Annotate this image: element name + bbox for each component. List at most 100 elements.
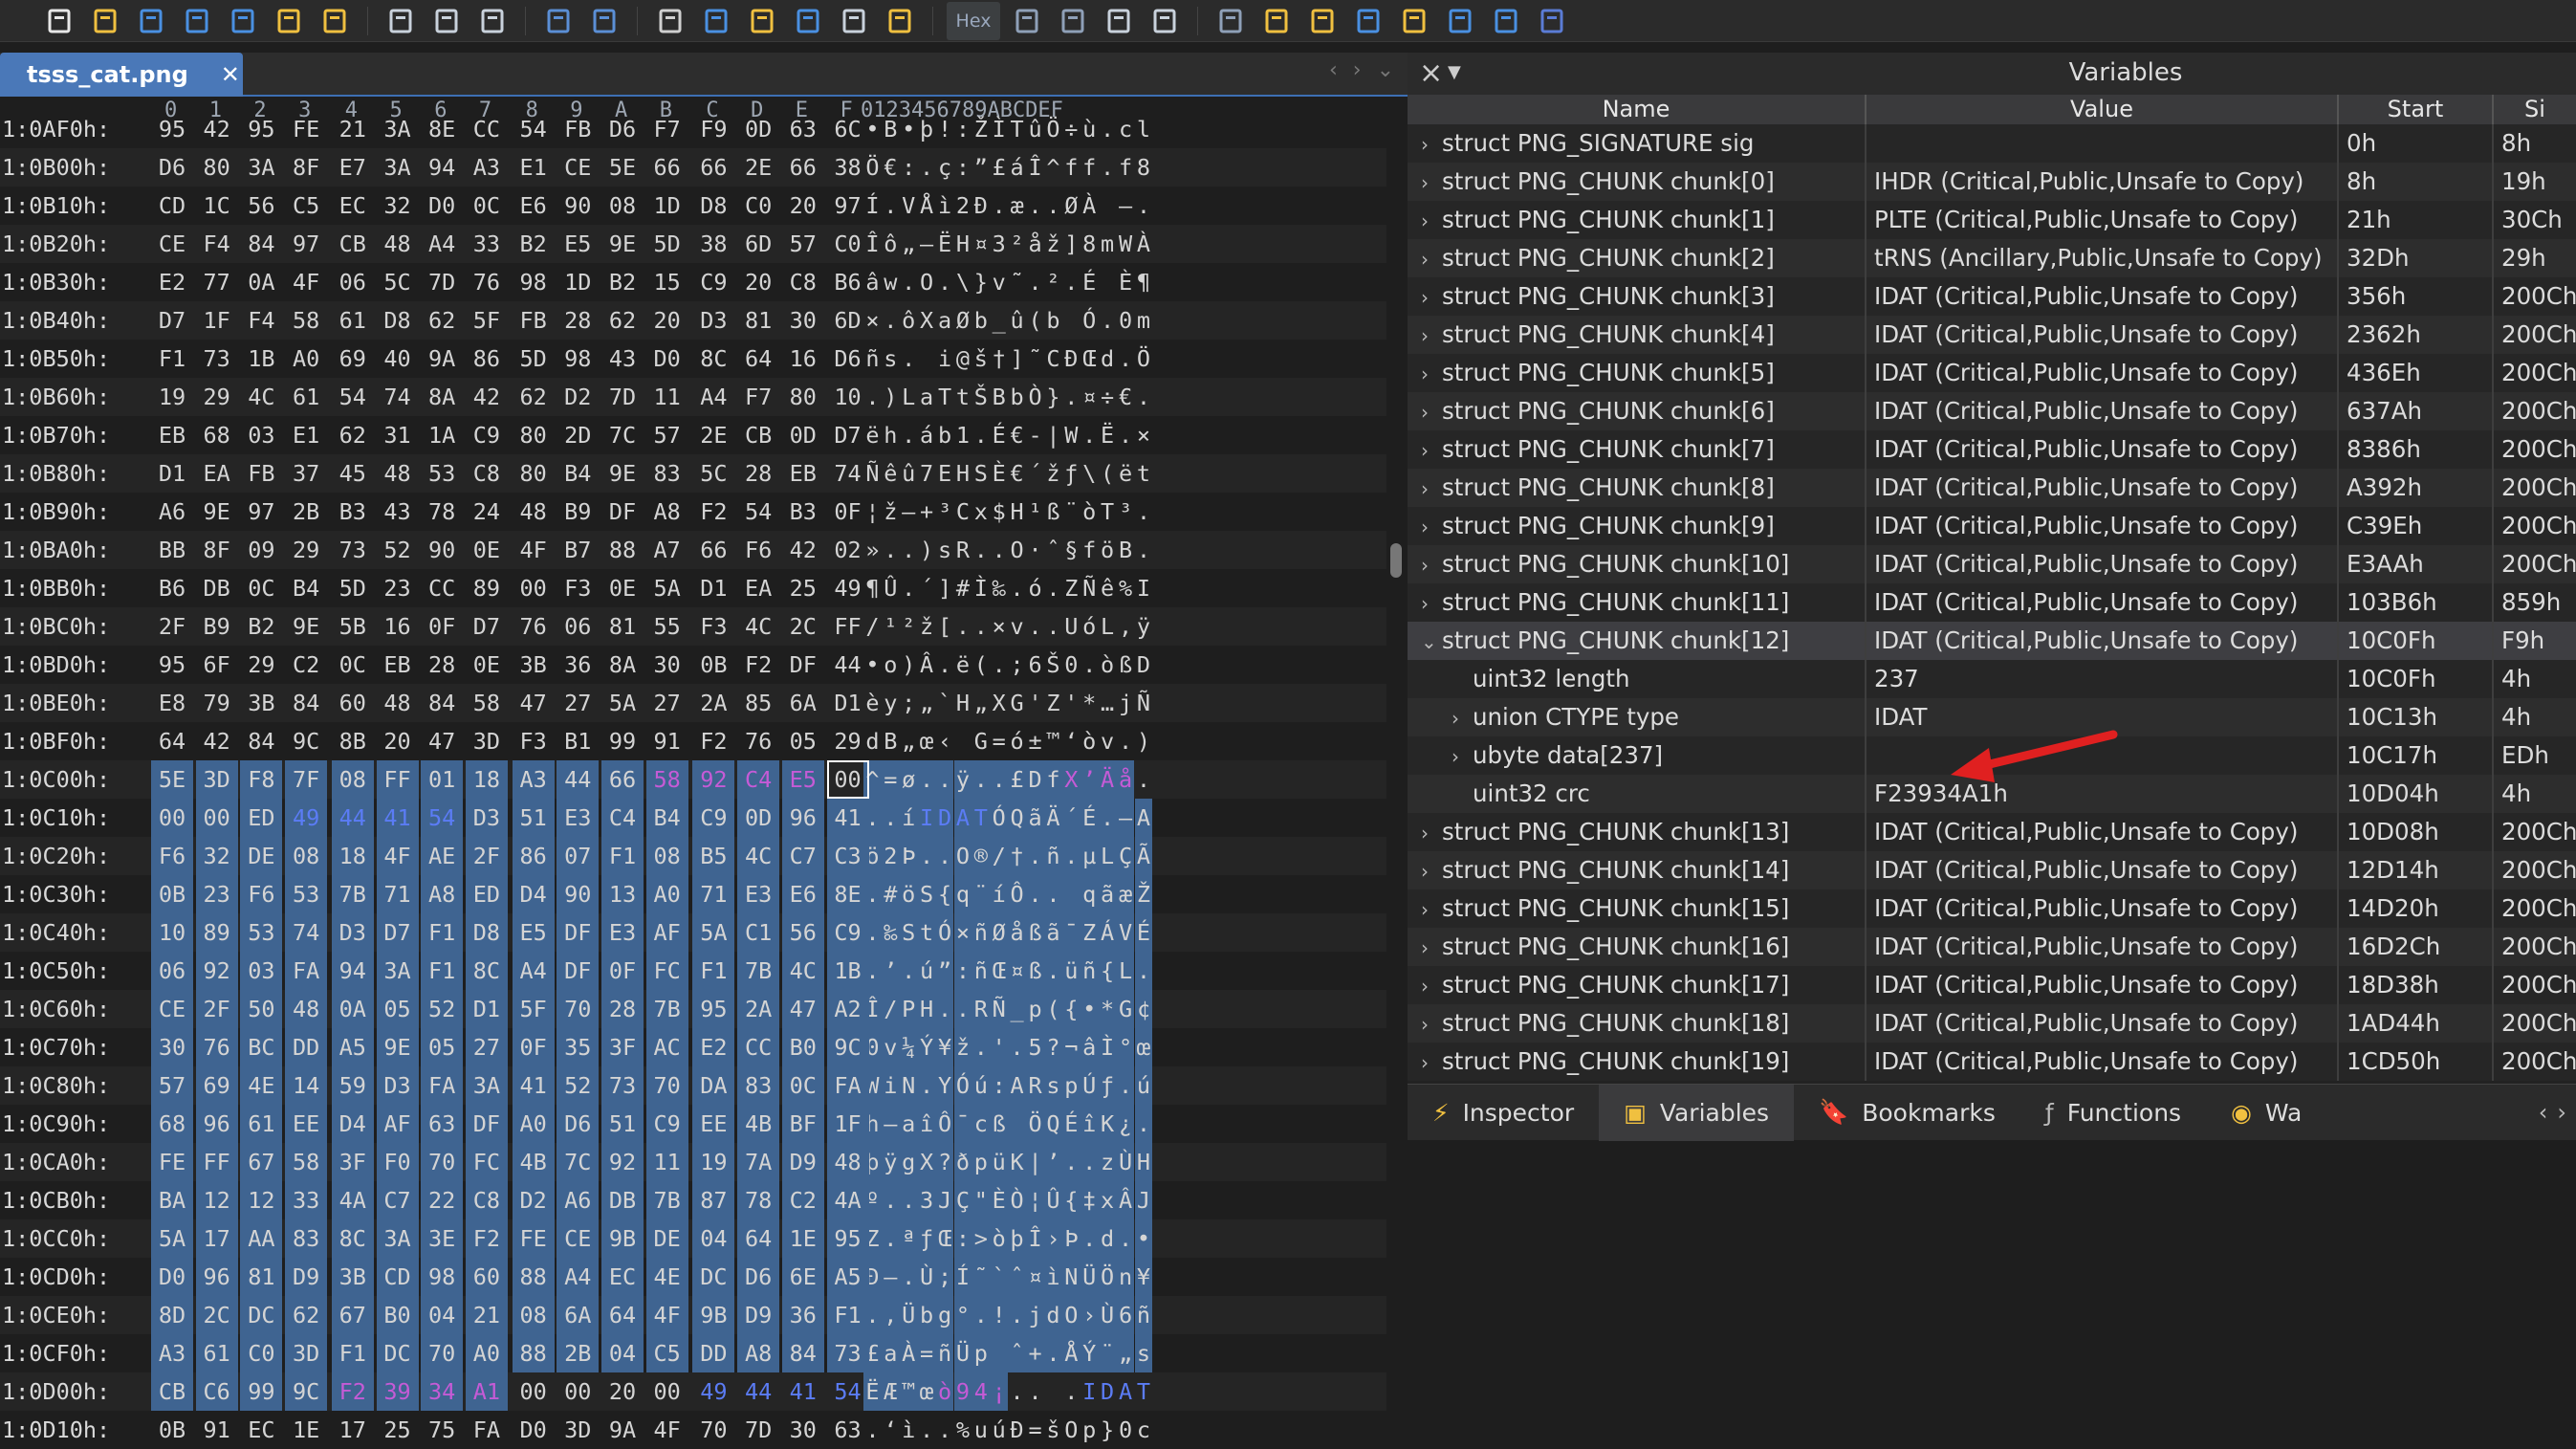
variable-row[interactable]: › union CTYPE type IDAT 10C13h 4h bbox=[1408, 698, 2576, 736]
ascii-char[interactable]: œ bbox=[1134, 1028, 1153, 1066]
hex-byte[interactable]: BC bbox=[240, 1028, 283, 1066]
hex-byte[interactable]: 3A bbox=[376, 1219, 419, 1258]
hex-byte[interactable]: 9E bbox=[376, 1028, 419, 1066]
hex-byte[interactable]: 9C bbox=[285, 722, 327, 760]
hex-byte[interactable]: 70 bbox=[557, 990, 600, 1028]
hex-byte[interactable]: DB bbox=[196, 569, 238, 607]
hex-byte[interactable]: C4 bbox=[601, 799, 644, 837]
ascii-char[interactable]: { bbox=[1098, 952, 1117, 990]
ascii-char[interactable]: [ bbox=[936, 607, 954, 646]
chevron-left-icon[interactable]: ‹ bbox=[2539, 1099, 2548, 1126]
hex-byte[interactable]: 84 bbox=[781, 1334, 824, 1372]
bottom-tab-variables[interactable]: ▣ Variables bbox=[1599, 1084, 1795, 1141]
ascii-char[interactable]: Ô bbox=[935, 1105, 954, 1143]
ascii-char[interactable]: c bbox=[1117, 110, 1135, 148]
hex-byte[interactable]: 66 bbox=[782, 148, 824, 187]
hex-byte[interactable]: 94 bbox=[421, 148, 463, 187]
hex-byte[interactable]: 84 bbox=[240, 225, 282, 263]
hex-byte[interactable]: 5D bbox=[332, 569, 374, 607]
ascii-char[interactable]: É bbox=[1134, 913, 1153, 952]
ascii-char[interactable]: 6 bbox=[1026, 646, 1044, 684]
hex-byte[interactable]: 0B bbox=[692, 646, 734, 684]
hex-byte[interactable]: D6 bbox=[151, 148, 193, 187]
ascii-char[interactable]: L bbox=[900, 378, 918, 416]
hex-byte[interactable]: 48 bbox=[513, 493, 555, 531]
hex-byte[interactable]: 06 bbox=[557, 607, 599, 646]
hex-byte[interactable]: 1B bbox=[826, 952, 869, 990]
hex-byte[interactable]: 95 bbox=[826, 1219, 869, 1258]
ascii-char[interactable]: ¹ bbox=[882, 607, 900, 646]
ascii-char[interactable]: ÿ bbox=[881, 1143, 900, 1181]
hex-byte[interactable]: 53 bbox=[240, 913, 283, 952]
hex-byte[interactable]: F8 bbox=[240, 760, 283, 799]
hex-byte[interactable]: ED bbox=[465, 875, 508, 913]
hex-byte[interactable]: 92 bbox=[195, 952, 238, 990]
expand-chevron-icon[interactable]: › bbox=[1421, 1043, 1442, 1081]
hex-byte[interactable]: 75 bbox=[421, 1411, 463, 1449]
ascii-char[interactable]: ˆ bbox=[1008, 1334, 1027, 1372]
ascii-char[interactable]: î bbox=[1080, 1105, 1099, 1143]
ascii-char[interactable]: Û bbox=[882, 569, 900, 607]
ascii-char[interactable]: á bbox=[918, 416, 936, 454]
ascii-char[interactable]: É bbox=[1061, 1105, 1081, 1143]
hex-byte[interactable]: D2 bbox=[557, 378, 599, 416]
ascii-char[interactable]: . bbox=[1135, 531, 1153, 569]
open-workspace-icon[interactable] bbox=[316, 4, 354, 38]
ascii-char[interactable]: ] bbox=[1008, 340, 1026, 378]
hex-byte[interactable]: A3 bbox=[466, 148, 508, 187]
ascii-char[interactable]: q bbox=[953, 875, 972, 913]
hex-byte[interactable]: 98 bbox=[513, 263, 555, 301]
hex-byte[interactable]: 29 bbox=[240, 646, 282, 684]
ascii-char[interactable]: w bbox=[882, 263, 900, 301]
hex-byte[interactable]: D2 bbox=[512, 1181, 555, 1219]
hex-byte[interactable]: 61 bbox=[332, 301, 374, 340]
ascii-char[interactable]: ; bbox=[1008, 646, 1026, 684]
hex-byte[interactable]: FE bbox=[285, 110, 327, 148]
ascii-char[interactable]: D bbox=[935, 799, 954, 837]
variable-row[interactable]: › struct PNG_CHUNK chunk[14] IDAT (Critica… bbox=[1408, 851, 2576, 889]
ascii-char[interactable]: . bbox=[881, 1219, 900, 1258]
hex-byte[interactable]: 4B bbox=[737, 1105, 780, 1143]
hex-byte[interactable]: CE bbox=[557, 148, 599, 187]
ascii-char[interactable]: ß bbox=[990, 1105, 1009, 1143]
ascii-char[interactable]: . bbox=[990, 760, 1009, 799]
hex-byte[interactable]: 83 bbox=[285, 1219, 328, 1258]
ascii-char[interactable]: Ä bbox=[1044, 799, 1062, 837]
hex-byte[interactable]: A8 bbox=[421, 875, 464, 913]
ascii-char[interactable]: ü bbox=[1061, 952, 1081, 990]
hex-byte[interactable]: EB bbox=[151, 416, 193, 454]
ascii-char[interactable]: a bbox=[936, 301, 954, 340]
hex-byte[interactable]: 9E bbox=[285, 607, 327, 646]
ascii-char[interactable]: ( bbox=[1044, 990, 1062, 1028]
ascii-char[interactable]: Ñ bbox=[1081, 569, 1099, 607]
ascii-char[interactable]: b bbox=[917, 1296, 936, 1334]
hex-byte[interactable]: ED bbox=[240, 799, 283, 837]
hex-byte[interactable]: 04 bbox=[421, 1296, 464, 1334]
ascii-char[interactable]: › bbox=[1044, 1219, 1062, 1258]
ascii-char[interactable]: A bbox=[1134, 799, 1153, 837]
ascii-char[interactable]: € bbox=[1117, 378, 1135, 416]
ascii-char[interactable]: . bbox=[953, 990, 972, 1028]
ascii-char[interactable]: = bbox=[1026, 1411, 1044, 1449]
hex-byte[interactable]: 74 bbox=[285, 913, 328, 952]
ascii-char[interactable]: Å bbox=[918, 187, 936, 225]
ascii-char[interactable]: · bbox=[1026, 531, 1044, 569]
ascii-char[interactable]: Â bbox=[918, 646, 936, 684]
hex-byte[interactable]: 98 bbox=[557, 340, 599, 378]
ascii-char[interactable]: p bbox=[1061, 1066, 1081, 1105]
ascii-char[interactable]: . bbox=[954, 607, 972, 646]
hex-byte[interactable]: 58 bbox=[285, 1143, 328, 1181]
ascii-char[interactable]: × bbox=[1135, 416, 1153, 454]
ascii-char[interactable]: ò bbox=[1081, 722, 1099, 760]
hex-byte[interactable]: 19 bbox=[151, 378, 193, 416]
ascii-char[interactable]: ã bbox=[1098, 875, 1117, 913]
ascii-char[interactable]: D bbox=[1026, 760, 1044, 799]
variables-tree[interactable]: › struct PNG_SIGNATURE sig 0h 8h › struct PNG… bbox=[1408, 124, 2576, 1083]
pause-icon[interactable] bbox=[1533, 4, 1571, 38]
hex-byte[interactable]: E3 bbox=[737, 875, 780, 913]
hex-byte[interactable]: 86 bbox=[512, 837, 555, 875]
hex-byte[interactable]: 50 bbox=[240, 990, 283, 1028]
ascii-char[interactable]: Ü bbox=[899, 1296, 918, 1334]
redo-icon[interactable] bbox=[585, 4, 623, 38]
hex-byte[interactable]: 84 bbox=[421, 684, 463, 722]
